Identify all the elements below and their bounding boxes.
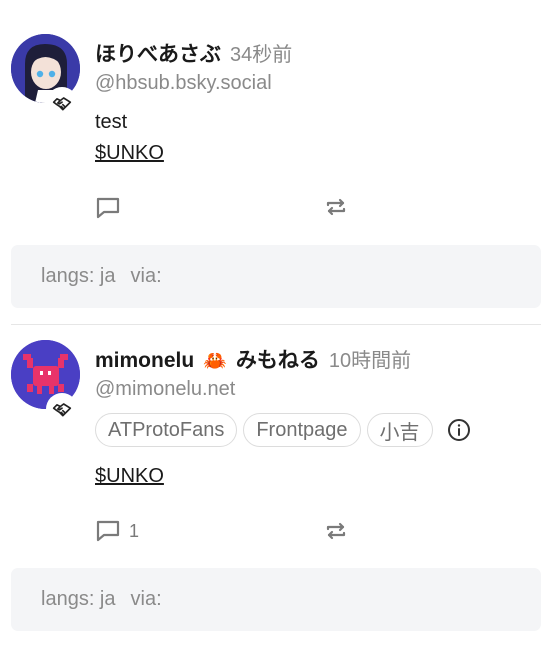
via-label: via: <box>130 265 162 287</box>
timestamp[interactable]: 10時間前 <box>329 344 411 373</box>
repost-button[interactable] <box>324 519 348 543</box>
post-1[interactable]: ほりべあさぶ 34秒前 @hbsub.bsky.social test $UNK… <box>0 0 541 320</box>
text-line: test <box>95 111 128 133</box>
label-chip[interactable]: Frontpage <box>243 413 361 447</box>
post-text: test $UNKO <box>95 107 164 169</box>
handshake-icon <box>52 97 72 111</box>
display-name[interactable]: ほりべあさぶ <box>95 38 221 68</box>
handshake-icon <box>52 403 72 417</box>
via-label: via: <box>130 588 162 610</box>
post-text: $UNKO <box>95 461 164 492</box>
post-header: mimonelu 🦀 みもねる 10時間前 <box>95 344 411 374</box>
langs-label: langs: ja <box>41 588 116 610</box>
info-circle-icon <box>447 419 470 441</box>
handle[interactable]: @hbsub.bsky.social <box>95 72 272 95</box>
reply-count: 1 <box>129 520 140 541</box>
timestamp[interactable]: 34秒前 <box>230 38 292 67</box>
label-list: ATProtoFans Frontpage 小吉 <box>95 413 471 447</box>
post-header: ほりべあさぶ 34秒前 <box>95 38 292 68</box>
post-meta-box: langs: ja via: <box>11 568 541 631</box>
post-meta-box: langs: ja via: <box>11 245 541 308</box>
post-2[interactable]: mimonelu 🦀 みもねる 10時間前 @mimonelu.net ATPr… <box>0 326 541 646</box>
repost-arrows-icon <box>326 522 346 540</box>
post-divider <box>11 324 541 325</box>
cashtag-link[interactable]: $UNKO <box>95 465 164 487</box>
repost-button[interactable] <box>324 195 348 219</box>
handshake-badge <box>48 395 76 423</box>
reply-button[interactable]: 1 <box>95 519 139 543</box>
info-button[interactable] <box>447 418 471 442</box>
cashtag-link[interactable]: $UNKO <box>95 142 164 164</box>
crab-emoji: 🦀 <box>203 351 227 372</box>
speech-bubble-icon <box>96 520 120 542</box>
langs-label: langs: ja <box>41 265 116 287</box>
label-chip[interactable]: 小吉 <box>366 413 433 447</box>
handshake-badge <box>48 89 76 117</box>
speech-bubble-icon <box>96 197 120 219</box>
reply-button[interactable] <box>95 196 129 220</box>
label-chip[interactable]: ATProtoFans <box>95 413 238 447</box>
display-name-suffix[interactable]: みもねる <box>236 344 320 374</box>
repost-arrows-icon <box>326 198 346 216</box>
display-name[interactable]: mimonelu <box>95 349 194 373</box>
handle[interactable]: @mimonelu.net <box>95 378 235 401</box>
